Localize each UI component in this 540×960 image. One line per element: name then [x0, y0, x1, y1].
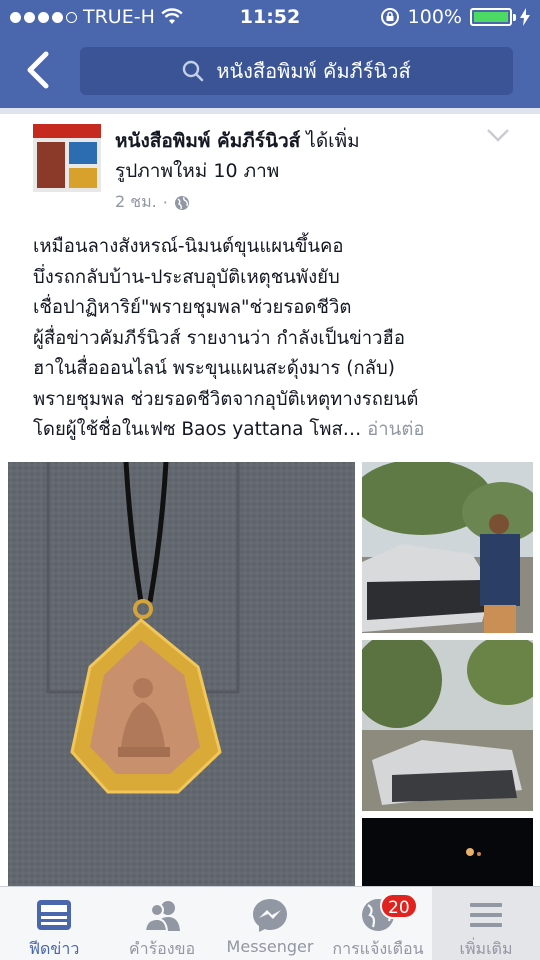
post-options-chevron-icon[interactable] [486, 128, 510, 142]
orientation-lock-icon [380, 8, 399, 26]
photo-crash-1[interactable] [362, 462, 533, 633]
post-text: เหมือนลางสังหรณ์-นิมนต์ขุนแผนขึ้นคอ บึ่ง… [33, 232, 513, 446]
page-name-link[interactable]: หนังสือพิมพ์ คัมภีร์นิวส์ [115, 130, 300, 152]
photo-crash-2[interactable] [362, 640, 533, 811]
post-text-line: เชื่อปาฏิหาริย์"พรายชุมพล"ช่วยรอดชีวิต [33, 297, 352, 318]
friend-requests-icon [143, 901, 180, 932]
charging-icon [520, 8, 530, 26]
photo-amulet[interactable] [8, 462, 355, 904]
menu-icon [470, 903, 502, 927]
tab-more[interactable]: เพิ่มเติม [432, 887, 540, 960]
tab-label: เพิ่มเติม [459, 939, 513, 958]
post-text-line: ผู้สื่อข่าวคัมภีร์นิวส์ รายงานว่า กำลังเ… [33, 327, 405, 349]
post-text-line: พรายชุมพล ช่วยรอดชีวิตจากอุบัติเหตุทางรถ… [33, 388, 419, 410]
post-time[interactable]: 2 ชม. [115, 190, 157, 215]
status-right: 100% [380, 6, 530, 28]
top-bar: TRUE-H 11:52 100% หนังสือพิมพ์ คัมภีร์นิ… [0, 0, 540, 108]
photo-grid [0, 462, 540, 904]
tab-friend-requests[interactable]: คำร้องขอ [108, 887, 216, 960]
back-button[interactable] [20, 48, 54, 92]
post-text-line: ฮาในสื่อออนไลน์ พระขุนแผนสะดุ้งมาร (กลับ… [33, 358, 395, 379]
globe-icon [174, 195, 189, 210]
post-text-last-line: โดยผู้ใช้ชื่อในเฟซ Baos yattana โพส… อ่า… [33, 415, 513, 446]
bottom-tab-bar: ฟีดข่าว คำร้องขอ Messenger 20 การแจ้งเตื… [0, 886, 540, 960]
tab-label: Messenger [226, 937, 314, 956]
tab-label: การแจ้งเตือน [332, 939, 424, 958]
battery-icon [470, 8, 516, 26]
search-text: หนังสือพิมพ์ คัมภีร์นิวส์ [216, 59, 411, 83]
tab-news-feed[interactable]: ฟีดข่าว [0, 887, 108, 960]
news-feed-icon [37, 900, 71, 930]
post-text-line: บึ่งรถกลับบ้าน-ประสบอุบัติเหตุชนพังยับ [33, 266, 340, 288]
tab-notifications[interactable]: 20 การแจ้งเตือน [324, 887, 432, 960]
post-meta: 2 ชม. · [115, 190, 190, 215]
post-text-line: โดยผู้ใช้ชื่อในเฟซ Baos yattana โพส… [33, 419, 362, 440]
status-bar: TRUE-H 11:52 100% [0, 0, 540, 36]
tab-label: คำร้องขอ [128, 939, 196, 958]
post-action: ได้เพิ่ม [300, 130, 360, 152]
tab-messenger[interactable]: Messenger [216, 887, 324, 960]
post-header: หนังสือพิมพ์ คัมภีร์นิวส์ ได้เพิ่ม [115, 126, 360, 156]
messenger-icon [253, 899, 287, 932]
search-bar[interactable]: หนังสือพิมพ์ คัมภีร์นิวส์ [80, 47, 513, 95]
notification-badge: 20 [380, 893, 418, 919]
tab-label: ฟีดข่าว [28, 939, 80, 958]
page-avatar[interactable] [33, 124, 101, 192]
battery-percent: 100% [407, 6, 462, 28]
meta-separator: · [162, 193, 168, 212]
post-card: หนังสือพิมพ์ คัมภีร์นิวส์ ได้เพิ่ม รูปภา… [0, 114, 540, 904]
search-icon [183, 60, 204, 82]
post-action-line2: รูปภาพใหม่ 10 ภาพ [115, 160, 280, 182]
post-text-line: เหมือนลางสังหรณ์-นิมนต์ขุนแผนขึ้นคอ [33, 236, 344, 257]
read-more-link[interactable]: อ่านต่อ [361, 419, 424, 440]
